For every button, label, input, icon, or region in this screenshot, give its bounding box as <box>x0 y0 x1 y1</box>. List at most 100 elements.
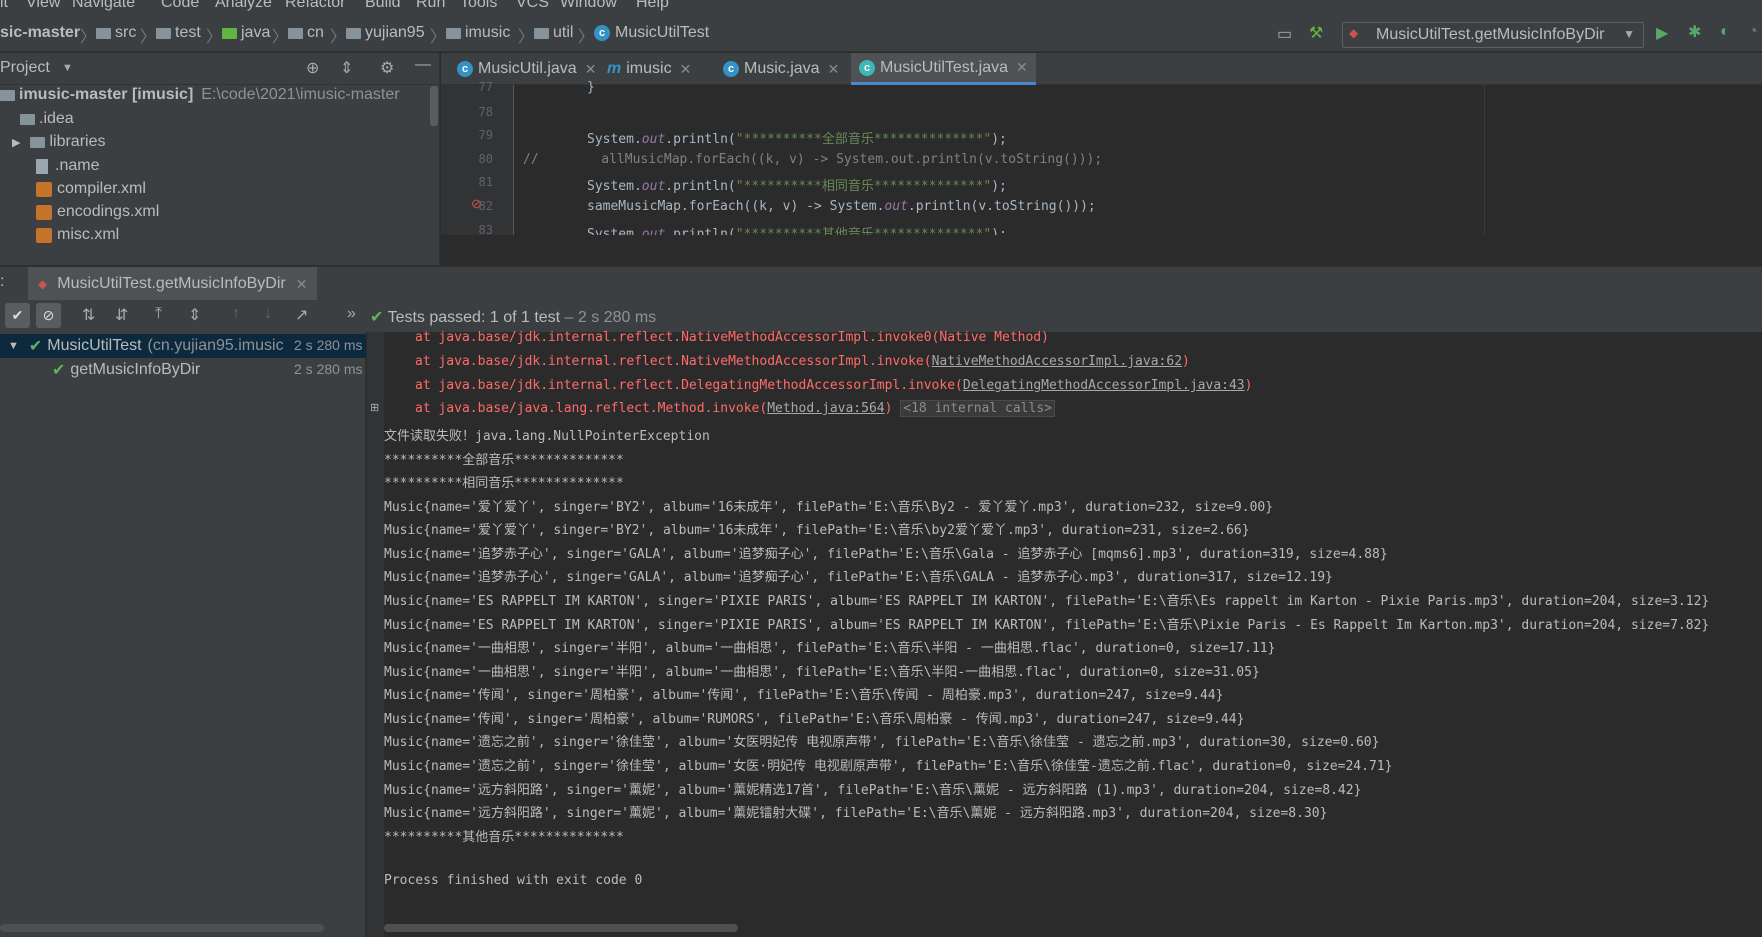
console-line: **********相同音乐************** <box>384 476 624 491</box>
locate-icon[interactable]: ⊕ <box>306 58 319 78</box>
chevron-down-icon[interactable]: ▼ <box>8 340 19 352</box>
more-icon[interactable]: » <box>347 305 356 323</box>
project-panel-header: Project ▼ ⊕ ⇕ ⚙ — <box>0 53 440 85</box>
build-hammer-icon[interactable]: ⚒ <box>1309 23 1323 43</box>
breadcrumb-item[interactable]: c MusicUtilTest <box>594 24 709 42</box>
code-line: System.out.println("**********相同音乐******… <box>587 179 1007 194</box>
run-test-gutter-icon[interactable]: ⊘ <box>471 196 482 212</box>
console-line: Music{name='爱丫爱丫', singer='BY2', album='… <box>384 523 1250 538</box>
test-case-row[interactable]: ✔ getMusicInfoByDir <box>52 360 200 380</box>
sort-by-duration-icon[interactable]: ⇵ <box>115 305 128 325</box>
chevron-right-icon[interactable]: ▶ <box>12 136 20 149</box>
minimize-icon[interactable]: — <box>415 56 431 74</box>
tab-musicutiltest[interactable]: c MusicUtilTest.java ✕ <box>851 53 1036 85</box>
test-status-label: Tests passed: <box>387 309 486 326</box>
console-line: Music{name='爱丫爱丫', singer='BY2', album='… <box>384 500 1274 515</box>
chevron-down-icon[interactable]: ▼ <box>62 62 73 74</box>
coverage-icon[interactable]: ◐ <box>1720 23 1730 41</box>
project-view-selector[interactable]: Project <box>0 59 50 77</box>
close-icon[interactable]: ✕ <box>585 61 597 78</box>
source-link[interactable]: Method.java:564 <box>767 401 884 416</box>
test-status-time: – 2 s 280 ms <box>564 309 657 326</box>
menu-item[interactable]: Refactor <box>285 0 345 12</box>
console-line: **********全部音乐************** <box>384 453 624 468</box>
breadcrumb-project[interactable]: sic-master <box>0 24 80 42</box>
menu-item[interactable]: Analyze <box>215 0 272 12</box>
breadcrumb-item[interactable]: imusic <box>446 24 510 42</box>
folder-icon <box>20 113 35 125</box>
tree-root-label: imusic-master [imusic] <box>19 86 194 103</box>
close-icon[interactable]: ✕ <box>680 61 692 78</box>
profile-icon[interactable]: ◔ <box>1748 23 1758 41</box>
close-icon[interactable]: ✕ <box>1016 59 1028 76</box>
console-line: Music{name='ES RAPPELT IM KARTON', singe… <box>384 594 1710 609</box>
console-scrollbar[interactable] <box>384 924 738 932</box>
debug-icon[interactable]: ✱ <box>1688 22 1701 42</box>
collapse-all-icon[interactable]: ⇕ <box>188 305 201 325</box>
folder-icon <box>222 27 237 39</box>
menu-item[interactable]: Build <box>365 0 401 12</box>
tree-item[interactable]: ▶ libraries <box>12 133 105 151</box>
previous-failed-icon[interactable]: ↑ <box>232 305 240 323</box>
menu-item[interactable]: Window <box>560 0 617 12</box>
source-link[interactable]: DelegatingMethodAccessorImpl.java:43 <box>963 378 1245 393</box>
breadcrumb-label: util <box>553 24 574 41</box>
source-link[interactable]: NativeMethodAccessorImpl.java:62 <box>932 354 1182 369</box>
console-line: Music{name='一曲相思', singer='半阳', album='一… <box>384 665 1260 680</box>
breadcrumb-item[interactable]: src <box>96 24 136 42</box>
run-configuration-select[interactable]: ◆ MusicUtilTest.getMusicInfoByDir ▼ <box>1342 22 1644 48</box>
close-icon[interactable]: ✕ <box>828 61 840 78</box>
code-line: } <box>587 80 595 95</box>
menu-item[interactable]: Navigate <box>72 0 135 12</box>
stack-text: ) <box>1244 378 1253 393</box>
tab-run-config[interactable]: ◆ MusicUtilTest.getMusicInfoByDir ✕ <box>28 267 318 301</box>
line-number: 79 <box>478 128 493 142</box>
expand-all-icon[interactable]: ⤒ <box>155 305 162 323</box>
menu-item[interactable]: Code <box>161 0 199 12</box>
console-output[interactable] <box>367 332 1762 937</box>
tab-imusic[interactable]: m imusic ✕ <box>599 53 699 85</box>
layout-icon[interactable]: ▭ <box>1277 24 1292 44</box>
chevron-down-icon: ▼ <box>1623 27 1635 41</box>
menu-item[interactable]: Run <box>416 0 445 12</box>
close-icon[interactable]: ✕ <box>296 276 308 293</box>
menu-item[interactable]: it <box>0 0 8 12</box>
tree-item[interactable]: compiler.xml <box>36 180 146 198</box>
run-icon[interactable]: ▶ <box>1656 23 1668 43</box>
breadcrumb-item[interactable]: cn <box>288 24 324 42</box>
menu-item[interactable]: VCS <box>516 0 549 12</box>
expand-icon[interactable]: ⊞ <box>370 401 379 414</box>
scrollbar[interactable] <box>0 924 324 932</box>
xml-file-icon <box>36 204 52 220</box>
stack-text: at java.base/jdk.internal.reflect.Delega… <box>415 378 963 393</box>
editor-tab-bar: c MusicUtil.java ✕ m imusic ✕ c Music.java ✕ c… <box>441 53 1762 85</box>
breadcrumb-item[interactable]: yujian95 <box>346 24 425 42</box>
breadcrumb-label: yujian95 <box>365 24 425 41</box>
menu-item[interactable]: View <box>26 0 60 12</box>
show-passed-toggle[interactable]: ✔ <box>5 303 30 328</box>
run-tool-window-header: : ◆ MusicUtilTest.getMusicInfoByDir ✕ <box>0 266 1762 301</box>
tree-item-label: libraries <box>49 133 106 150</box>
tab-music[interactable]: c Music.java ✕ <box>715 53 847 85</box>
sort-alphabetically-icon[interactable]: ⇅ <box>82 305 95 325</box>
tree-item[interactable]: encodings.xml <box>36 203 159 221</box>
breadcrumb-item[interactable]: test <box>156 24 201 42</box>
collapse-all-icon[interactable]: ⇕ <box>340 58 353 78</box>
menu-item[interactable]: Help <box>636 0 669 12</box>
tree-item[interactable]: misc.xml <box>36 226 119 244</box>
folded-calls[interactable]: <18 internal calls> <box>900 400 1055 417</box>
breadcrumb-item[interactable]: java <box>222 24 270 42</box>
tree-root[interactable]: imusic-master [imusic] E:\code\2021\imus… <box>0 86 400 104</box>
console-line: Music{name='追梦赤子心', singer='GALA', album… <box>384 547 1388 562</box>
breadcrumb-item[interactable]: util <box>534 24 573 42</box>
next-failed-icon[interactable]: ↓ <box>264 305 272 323</box>
tree-item[interactable]: .name <box>36 157 99 175</box>
tree-item[interactable]: .idea <box>0 110 74 128</box>
menu-item[interactable]: Tools <box>460 0 497 12</box>
test-config-icon: ◆ <box>38 277 48 291</box>
test-suite-time: 2 s 280 ms <box>294 337 363 353</box>
export-icon[interactable]: ↗ <box>295 305 308 325</box>
show-ignored-toggle[interactable]: ⊘ <box>36 303 61 328</box>
gear-icon[interactable]: ⚙ <box>380 58 394 78</box>
scrollbar[interactable] <box>430 86 438 126</box>
